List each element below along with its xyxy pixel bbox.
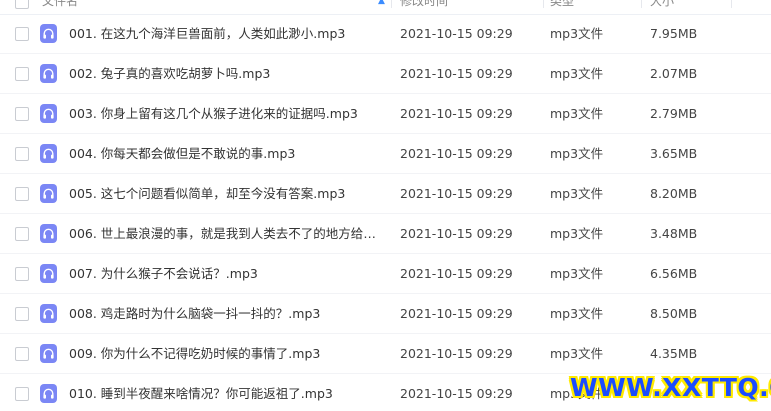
file-type: mp3文件 — [550, 226, 604, 241]
audio-file-icon — [40, 184, 57, 203]
file-name[interactable]: 007. 为什么猴子不会说话？.mp3 — [69, 266, 387, 282]
file-row[interactable]: 009. 你为什么不记得吃奶时候的事情了.mp3 2021-10-15 09:2… — [0, 334, 771, 374]
file-type: mp3文件 — [550, 26, 604, 41]
column-header-modified[interactable]: 修改时间 — [400, 0, 448, 8]
row-checkbox[interactable] — [15, 387, 29, 401]
file-row[interactable]: 003. 你身上留有这几个从猴子进化来的证据吗.mp3 2021-10-15 0… — [0, 94, 771, 134]
file-name[interactable]: 005. 这七个问题看似简单，却至今没有答案.mp3 — [69, 186, 387, 202]
file-list-view: 文件名 ▲ 修改时间 类型 大小 001. 在这九个海洋巨兽面前，人类如此渺小.… — [0, 0, 771, 411]
file-modified-time: 2021-10-15 09:29 — [400, 66, 513, 81]
file-modified-time: 2021-10-15 09:29 — [400, 266, 513, 281]
file-type: mp3文件 — [550, 186, 604, 201]
audio-file-icon — [40, 384, 57, 403]
select-all-checkbox[interactable] — [15, 0, 29, 9]
file-row[interactable]: 002. 兔子真的喜欢吃胡萝卜吗.mp3 2021-10-15 09:29 mp… — [0, 54, 771, 94]
file-size: 3.65MB — [650, 146, 698, 161]
file-name[interactable]: 006. 世上最浪漫的事，就是我到人类去不了的地方给爸爸... — [69, 226, 387, 242]
row-checkbox[interactable] — [15, 267, 29, 281]
file-name[interactable]: 002. 兔子真的喜欢吃胡萝卜吗.mp3 — [69, 66, 387, 82]
file-modified-time: 2021-10-15 09:29 — [400, 106, 513, 121]
file-type: mp3文件 — [550, 346, 604, 361]
file-row[interactable]: 001. 在这九个海洋巨兽面前，人类如此渺小.mp3 2021-10-15 09… — [0, 14, 771, 54]
column-header-size[interactable]: 大小 — [650, 0, 674, 8]
file-modified-time: 2021-10-15 09:29 — [400, 226, 513, 241]
file-size: 6.56MB — [650, 266, 698, 281]
audio-file-icon — [40, 344, 57, 363]
site-watermark: WWW.XXTTQ.COM — [570, 373, 771, 402]
file-type: mp3文件 — [550, 306, 604, 321]
row-checkbox[interactable] — [15, 187, 29, 201]
file-row[interactable]: 004. 你每天都会做但是不敢说的事.mp3 2021-10-15 09:29 … — [0, 134, 771, 174]
column-header-type[interactable]: 类型 — [550, 0, 574, 8]
file-name[interactable]: 010. 睡到半夜醒来啥情况？你可能返祖了.mp3 — [69, 386, 387, 402]
audio-file-icon — [40, 304, 57, 323]
file-type: mp3文件 — [550, 66, 604, 81]
file-modified-time: 2021-10-15 09:29 — [400, 346, 513, 361]
column-divider[interactable] — [543, 0, 544, 8]
audio-file-icon — [40, 264, 57, 283]
file-size: 8.50MB — [650, 306, 698, 321]
file-type: mp3文件 — [550, 106, 604, 121]
file-row[interactable]: 006. 世上最浪漫的事，就是我到人类去不了的地方给爸爸... 2021-10-… — [0, 214, 771, 254]
row-checkbox[interactable] — [15, 67, 29, 81]
file-rows: 001. 在这九个海洋巨兽面前，人类如此渺小.mp3 2021-10-15 09… — [0, 14, 771, 411]
column-divider[interactable] — [641, 0, 642, 8]
file-size: 2.79MB — [650, 106, 698, 121]
file-size: 7.95MB — [650, 26, 698, 41]
row-checkbox[interactable] — [15, 147, 29, 161]
row-checkbox[interactable] — [15, 227, 29, 241]
file-size: 3.48MB — [650, 226, 698, 241]
audio-file-icon — [40, 144, 57, 163]
file-type: mp3文件 — [550, 146, 604, 161]
file-row[interactable]: 005. 这七个问题看似简单，却至今没有答案.mp3 2021-10-15 09… — [0, 174, 771, 214]
file-modified-time: 2021-10-15 09:29 — [400, 146, 513, 161]
file-name[interactable]: 001. 在这九个海洋巨兽面前，人类如此渺小.mp3 — [69, 26, 387, 42]
row-checkbox[interactable] — [15, 27, 29, 41]
row-checkbox[interactable] — [15, 347, 29, 361]
file-row[interactable]: 008. 鸡走路时为什么脑袋一抖一抖的？.mp3 2021-10-15 09:2… — [0, 294, 771, 334]
file-name[interactable]: 004. 你每天都会做但是不敢说的事.mp3 — [69, 146, 387, 162]
file-name[interactable]: 009. 你为什么不记得吃奶时候的事情了.mp3 — [69, 346, 387, 362]
audio-file-icon — [40, 224, 57, 243]
file-modified-time: 2021-10-15 09:29 — [400, 386, 513, 401]
file-row[interactable]: 007. 为什么猴子不会说话？.mp3 2021-10-15 09:29 mp3… — [0, 254, 771, 294]
audio-file-icon — [40, 64, 57, 83]
file-type: mp3文件 — [550, 266, 604, 281]
list-header: 文件名 ▲ 修改时间 类型 大小 — [0, 0, 771, 15]
file-name[interactable]: 008. 鸡走路时为什么脑袋一抖一抖的？.mp3 — [69, 306, 387, 322]
audio-file-icon — [40, 24, 57, 43]
row-checkbox[interactable] — [15, 307, 29, 321]
file-size: 8.20MB — [650, 186, 698, 201]
file-name[interactable]: 003. 你身上留有这几个从猴子进化来的证据吗.mp3 — [69, 106, 387, 122]
row-checkbox[interactable] — [15, 107, 29, 121]
audio-file-icon — [40, 104, 57, 123]
file-modified-time: 2021-10-15 09:29 — [400, 186, 513, 201]
file-size: 2.07MB — [650, 66, 698, 81]
file-size: 4.35MB — [650, 346, 698, 361]
column-header-name[interactable]: 文件名 — [42, 0, 78, 8]
column-divider[interactable] — [391, 0, 392, 8]
file-modified-time: 2021-10-15 09:29 — [400, 26, 513, 41]
sort-indicator-icon: ▲ — [378, 0, 385, 6]
file-modified-time: 2021-10-15 09:29 — [400, 306, 513, 321]
column-divider[interactable] — [731, 0, 732, 8]
